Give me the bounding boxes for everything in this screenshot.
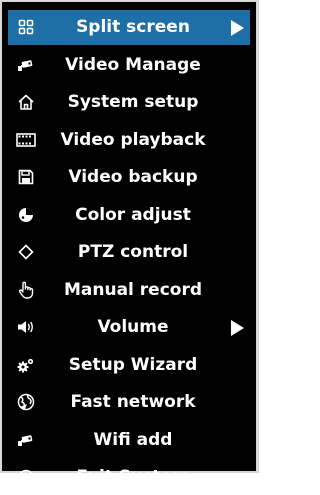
menu-item-manual-record[interactable]: Manual record [8,273,250,308]
menu-item-label: PTZ control [77,242,189,262]
palette-icon [16,205,36,225]
menu-item-split-screen[interactable]: Split screen [8,10,250,45]
camera-icon [16,430,36,450]
menu-item-setup-wizard[interactable]: Setup Wizard [8,348,250,383]
film-icon [16,130,36,150]
main-menu: Split screen Video Manage System setup V… [0,0,259,487]
camera-icon [16,55,36,75]
submenu-arrow-icon [231,20,244,36]
home-icon [16,92,36,112]
menu-item-color-adjust[interactable]: Color adjust [8,198,250,233]
menu-item-label: Color adjust [75,204,191,225]
menu-item-exit-system[interactable]: Exit System [8,460,250,495]
menu-item-label: Manual record [63,279,203,300]
menu-item-label: Setup Wizard [68,354,198,375]
menu-item-video-manage[interactable]: Video Manage [8,48,250,83]
gears-icon [16,355,36,375]
speaker-icon [16,317,36,337]
menu-item-video-playback[interactable]: Video playback [8,123,250,158]
menu-item-ptz-control[interactable]: PTZ control [8,235,250,270]
menu-item-system-setup[interactable]: System setup [8,85,250,120]
menu-item-label: Exit System [76,467,190,487]
hand-pointer-icon [16,280,36,300]
menu-item-label: System setup [67,92,199,112]
power-icon [16,467,36,487]
menu-item-label: Volume [97,317,169,337]
submenu-arrow-icon [231,320,244,336]
menu-item-label: Wifi add [93,429,173,450]
menu-item-label: Fast network [70,392,196,412]
globe-icon [16,392,36,412]
floppy-disk-icon [16,167,36,187]
menu-item-wifi-add[interactable]: Wifi add [8,423,250,458]
menu-item-label: Split screen [76,17,190,37]
menu-item-label: Video backup [68,167,198,187]
menu-item-label: Video playback [60,129,206,150]
diamond-icon [16,242,36,262]
menu-item-volume[interactable]: Volume [8,310,250,345]
menu-item-label: Video Manage [65,54,201,75]
grid-icon [16,17,36,37]
menu-item-video-backup[interactable]: Video backup [8,160,250,195]
menu-item-fast-network[interactable]: Fast network [8,385,250,420]
